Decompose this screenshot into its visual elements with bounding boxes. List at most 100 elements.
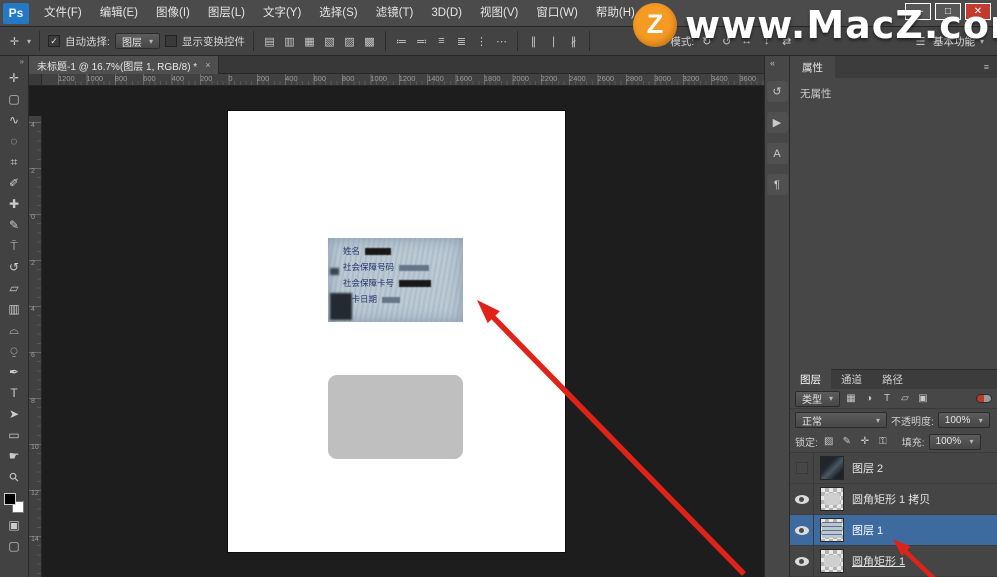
menu-3d[interactable]: 3D(D): [422, 0, 471, 27]
opacity-dropdown[interactable]: 100% ▾: [938, 412, 990, 428]
minimize-button[interactable]: —: [905, 3, 931, 20]
menu-edit[interactable]: 编辑(E): [91, 0, 147, 27]
filter-smart-objects-icon[interactable]: ▣: [916, 393, 930, 404]
healing-brush-tool[interactable]: ✚: [0, 194, 28, 215]
menu-filter[interactable]: 滤镜(T): [367, 0, 423, 27]
distribute-vertical-spacing-icon[interactable]: ∦: [566, 35, 581, 48]
eraser-tool[interactable]: ▱: [0, 278, 28, 299]
rectangular-marquee-tool[interactable]: ▢: [0, 89, 28, 110]
hand-tool[interactable]: ☛: [0, 446, 28, 467]
menu-select[interactable]: 选择(S): [310, 0, 366, 27]
layer-thumbnail[interactable]: [820, 456, 844, 480]
align-vertical-centers-icon[interactable]: ▨: [342, 35, 357, 48]
tab-close-icon[interactable]: ×: [205, 60, 210, 70]
type-tool[interactable]: T: [0, 383, 28, 404]
layer-thumbnail[interactable]: [820, 549, 844, 573]
menu-type[interactable]: 文字(Y): [254, 0, 310, 27]
actions-panel-icon[interactable]: ▶: [767, 112, 788, 133]
document-page[interactable]: 姓名 社会保障号码 社会保障卡号 发卡日期: [228, 111, 565, 552]
layer-row-layer-1-selected[interactable]: 图层 1: [790, 515, 997, 546]
layer-name[interactable]: 圆角矩形 1: [852, 553, 905, 569]
lock-position-icon[interactable]: ✛: [858, 436, 872, 447]
collapse-tools-icon[interactable]: »: [20, 56, 28, 68]
paragraph-panel-icon[interactable]: ¶: [767, 174, 788, 195]
move-tool[interactable]: ✛: [0, 68, 28, 89]
foreground-color-swatch[interactable]: [4, 493, 16, 505]
layer-name[interactable]: 圆角矩形 1 拷贝: [852, 491, 930, 507]
menu-layer[interactable]: 图层(L): [199, 0, 254, 27]
layer-thumbnail[interactable]: [820, 518, 844, 542]
menu-window[interactable]: 窗口(W): [527, 0, 587, 27]
distribute-right-edges-icon[interactable]: ⋯: [494, 35, 509, 48]
filter-pixel-layers-icon[interactable]: ▦: [844, 393, 858, 404]
layer-filter-type-dropdown[interactable]: 类型 ▾: [795, 391, 840, 407]
lock-all-icon[interactable]: ⚿: [876, 436, 890, 447]
canvas[interactable]: 姓名 社会保障号码 社会保障卡号 发卡日期 4 2 0 2 4 6 8 10 1…: [29, 86, 764, 577]
brush-tool[interactable]: ✎: [0, 215, 28, 236]
visibility-toggle[interactable]: [790, 515, 814, 545]
filter-type-layers-icon[interactable]: T: [880, 393, 894, 404]
auto-select-checkbox[interactable]: ✓: [48, 35, 60, 47]
align-horizontal-centers-icon[interactable]: ▥: [282, 35, 297, 48]
visibility-toggle[interactable]: [790, 484, 814, 514]
history-panel-icon[interactable]: ↺: [767, 81, 788, 102]
close-button[interactable]: ✕: [965, 3, 991, 20]
menu-image[interactable]: 图像(I): [147, 0, 199, 27]
quick-mask-mode-button[interactable]: ▣: [0, 515, 28, 536]
clone-stamp-tool[interactable]: ⍑: [0, 236, 28, 257]
layer-filter-switch[interactable]: [976, 394, 992, 403]
align-top-edges-icon[interactable]: ▧: [322, 35, 337, 48]
filter-shape-layers-icon[interactable]: ▱: [898, 393, 912, 404]
tab-layers[interactable]: 图层: [790, 369, 831, 389]
tab-channels[interactable]: 通道: [831, 369, 872, 389]
character-panel-icon[interactable]: A: [767, 143, 788, 164]
align-left-edges-icon[interactable]: ▤: [262, 35, 277, 48]
zoom-tool[interactable]: ⚲: [0, 467, 28, 488]
document-tab[interactable]: 未标题-1 @ 16.7%(图层 1, RGB/8) * ×: [29, 56, 219, 74]
rectangle-tool[interactable]: ▭: [0, 425, 28, 446]
layer-thumbnail[interactable]: [820, 487, 844, 511]
distribute-bottom-edges-icon[interactable]: ≡: [434, 35, 449, 47]
color-swatches[interactable]: [4, 493, 24, 513]
expand-panels-icon[interactable]: «: [765, 56, 789, 76]
workspace-switcher[interactable]: ☰ 基本功能 ▾: [913, 34, 990, 49]
fill-dropdown[interactable]: 100% ▾: [929, 434, 981, 450]
history-brush-tool[interactable]: ↺: [0, 257, 28, 278]
tab-properties[interactable]: 属性: [790, 56, 835, 78]
blur-tool[interactable]: ⌓: [0, 320, 28, 341]
layer-row-layer-2[interactable]: 图层 2: [790, 453, 997, 484]
distribute-top-edges-icon[interactable]: ≔: [394, 35, 409, 48]
tab-paths[interactable]: 路径: [872, 369, 913, 389]
lasso-tool[interactable]: ∿: [0, 110, 28, 131]
show-transform-checkbox[interactable]: [165, 35, 177, 47]
social-security-card-image[interactable]: 姓名 社会保障号码 社会保障卡号 发卡日期: [328, 238, 463, 322]
visibility-toggle[interactable]: [790, 546, 814, 576]
pen-tool[interactable]: ✒: [0, 362, 28, 383]
visibility-toggle[interactable]: [790, 453, 814, 483]
layer-name[interactable]: 图层 2: [852, 460, 883, 476]
3d-drag-icon[interactable]: ↔: [739, 35, 754, 47]
quick-selection-tool[interactable]: ◌: [0, 131, 28, 152]
filter-adjustment-layers-icon[interactable]: ◑: [862, 393, 876, 404]
align-right-edges-icon[interactable]: ▦: [302, 35, 317, 48]
tool-preset-caret-icon[interactable]: ▾: [27, 37, 31, 46]
blend-mode-dropdown[interactable]: 正常 ▾: [795, 412, 887, 428]
path-selection-tool[interactable]: ➤: [0, 404, 28, 425]
auto-select-target-dropdown[interactable]: 图层 ▾: [115, 33, 160, 49]
maximize-button[interactable]: □: [935, 3, 961, 20]
eyedropper-tool[interactable]: ✐: [0, 173, 28, 194]
3d-roll-icon[interactable]: ↺: [719, 35, 734, 48]
crop-tool[interactable]: ⌗: [0, 152, 28, 173]
layer-name[interactable]: 图层 1: [852, 522, 883, 538]
lock-image-pixels-icon[interactable]: ✎: [840, 436, 854, 447]
rounded-rectangle-shape[interactable]: [328, 375, 463, 459]
move-tool-icon[interactable]: ✛: [7, 35, 22, 48]
3d-scale-icon[interactable]: ⇄: [779, 35, 794, 48]
distribute-left-edges-icon[interactable]: ≣: [454, 35, 469, 48]
auto-align-layers-icon[interactable]: ∥: [526, 35, 541, 48]
gradient-tool[interactable]: ▥: [0, 299, 28, 320]
layer-row-rounded-rect-copy[interactable]: 圆角矩形 1 拷贝: [790, 484, 997, 515]
lock-transparent-pixels-icon[interactable]: ▨: [822, 436, 836, 447]
menu-help[interactable]: 帮助(H): [587, 0, 644, 27]
dodge-tool[interactable]: ⍜: [0, 341, 28, 362]
